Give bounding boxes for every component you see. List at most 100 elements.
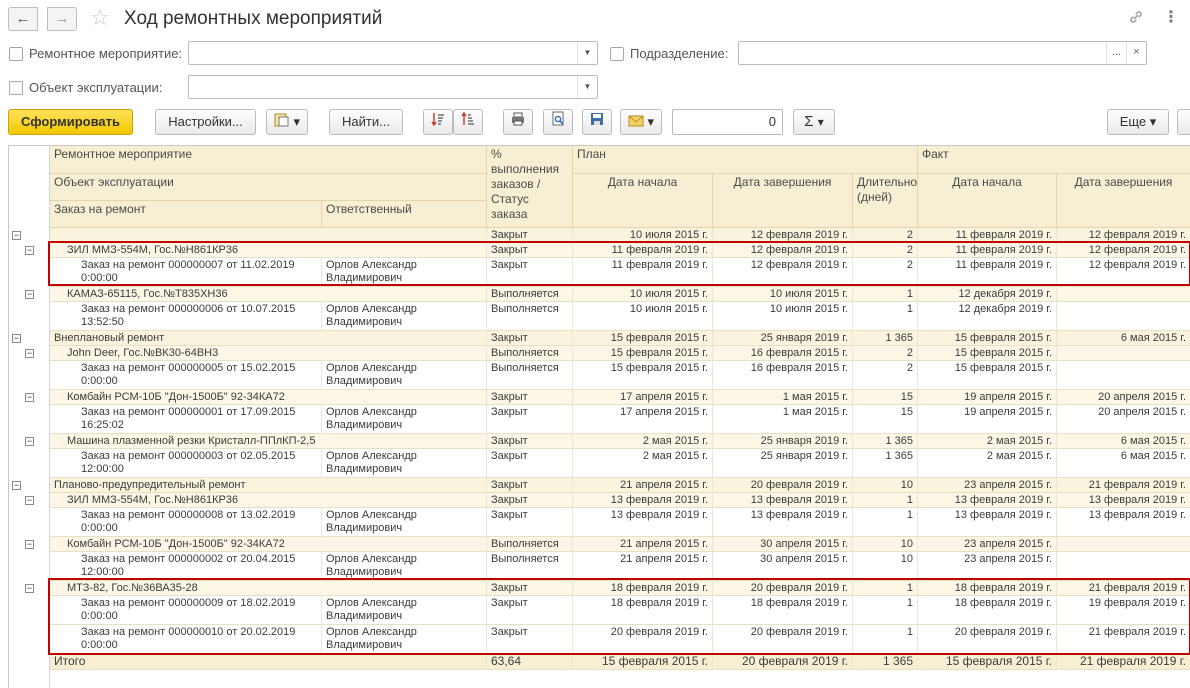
generate-button[interactable]: Сформировать <box>8 109 133 135</box>
save-button[interactable] <box>582 109 612 135</box>
chevron-down-icon: ▾ <box>293 114 301 129</box>
status-cell: Закрыт <box>487 625 573 654</box>
order-row[interactable]: Заказ на ремонт 000000007 от 11.02.2019 … <box>50 258 1190 287</box>
fact-end-cell: 13 февраля 2019 г. <box>1057 493 1190 508</box>
total-plan-start: 15 февраля 2015 г. <box>573 654 713 670</box>
object-row[interactable]: Комбайн РСМ-10Б "Дон-1500Б" 92-34КА72 Вып… <box>50 537 1190 552</box>
repair-group-row[interactable]: Внеплановый ремонт Закрыт 15 февраля 2015 … <box>50 331 1190 346</box>
collapse-toggle-icon[interactable]: − <box>12 231 21 240</box>
collapse-toggle-icon[interactable]: − <box>25 349 34 358</box>
total-plan-end: 20 февраля 2019 г. <box>713 654 853 670</box>
plan-end-cell: 25 января 2019 г. <box>713 434 853 449</box>
repair-group-row[interactable]: Планово-предупредительный ремонт Закрыт 21… <box>50 478 1190 493</box>
order-row[interactable]: Заказ на ремонт 000000002 от 20.04.2015 … <box>50 552 1190 581</box>
order-row[interactable]: Заказ на ремонт 000000005 от 15.02.2015 … <box>50 361 1190 390</box>
object-row[interactable]: КАМАЗ-65115, Гос.№Т835ХН36 Выполняется 10 … <box>50 287 1190 302</box>
object-row[interactable]: ЗИЛ ММЗ-554М, Гос.№Н861КР36 Закрыт 11 февр… <box>50 243 1190 258</box>
plan-start-cell: 15 февраля 2015 г. <box>573 331 713 346</box>
print-icon <box>510 111 526 135</box>
sum-button[interactable]: Σ ▾ <box>793 109 835 135</box>
object-filter-field[interactable]: ▼ <box>188 75 598 99</box>
fact-start-cell: 23 апреля 2015 г. <box>918 478 1057 493</box>
collapse-toggle-icon[interactable]: − <box>25 290 34 299</box>
sum-value-field[interactable]: 0 <box>672 109 783 135</box>
repair-filter-field[interactable]: ▼ <box>188 41 598 65</box>
collapse-toggle-icon[interactable]: − <box>25 437 34 446</box>
duration-cell: 1 <box>853 493 918 508</box>
department-filter-checkbox[interactable] <box>610 47 624 61</box>
name-cell: ЗИЛ ММЗ-554М, Гос.№Н861КР36 <box>50 243 487 258</box>
fact-end-cell <box>1057 552 1190 581</box>
status-cell: Закрыт <box>487 390 573 405</box>
favorite-star-icon[interactable]: ☆ <box>90 5 110 31</box>
fact-end-cell: 12 февраля 2019 г. <box>1057 258 1190 287</box>
status-cell: Закрыт <box>487 434 573 449</box>
duration-cell: 1 365 <box>853 434 918 449</box>
status-cell: Закрыт <box>487 258 573 287</box>
report-variant-icon <box>274 111 290 135</box>
object-filter-checkbox[interactable] <box>9 81 23 95</box>
help-button[interactable] <box>1177 109 1190 135</box>
collapse-toggle-icon[interactable]: − <box>25 246 34 255</box>
header-responsible: Ответственный <box>322 201 487 228</box>
status-cell: Выполняется <box>487 302 573 331</box>
total-row: Итого 63,64 15 февраля 2015 г. 20 феврал… <box>50 654 1190 670</box>
plan-start-cell: 10 июля 2015 г. <box>573 287 713 302</box>
sort-descending-button[interactable] <box>423 109 453 135</box>
plan-end-cell: 30 апреля 2015 г. <box>713 537 853 552</box>
object-row[interactable]: ЗИЛ ММЗ-554М, Гос.№Н861КР36 Закрыт 13 февр… <box>50 493 1190 508</box>
print-button[interactable] <box>503 109 533 135</box>
plan-start-cell: 18 февраля 2019 г. <box>573 581 713 596</box>
order-row[interactable]: Заказ на ремонт 000000003 от 02.05.2015 … <box>50 449 1190 478</box>
clear-icon[interactable]: × <box>1126 42 1146 64</box>
order-row[interactable]: Заказ на ремонт 000000009 от 18.02.2019 … <box>50 596 1190 625</box>
plan-end-cell: 12 февраля 2019 г. <box>713 258 853 287</box>
department-filter-field[interactable]: ... × <box>738 41 1147 65</box>
object-row[interactable]: Машина плазменной резки Кристалл-ППлКП-2… <box>50 434 1190 449</box>
sort-ascending-button[interactable] <box>453 109 483 135</box>
collapse-toggle-icon[interactable]: − <box>25 540 34 549</box>
link-icon[interactable] <box>1128 9 1144 29</box>
order-row[interactable]: Заказ на ремонт 000000010 от 20.02.2019 … <box>50 625 1190 654</box>
name-cell: Машина плазменной резки Кристалл-ППлКП-2… <box>50 434 487 449</box>
object-row[interactable]: Комбайн РСМ-10Б "Дон-1500Б" 92-34КА72 Зак… <box>50 390 1190 405</box>
collapse-toggle-icon[interactable]: − <box>25 496 34 505</box>
responsible-cell: Орлов Александр Владимирович <box>322 302 487 331</box>
back-button[interactable]: ← <box>8 7 38 31</box>
fact-start-cell: 2 мая 2015 г. <box>918 434 1057 449</box>
collapse-toggle-icon[interactable]: − <box>25 393 34 402</box>
total-percent: 63,64 <box>487 654 573 670</box>
name-cell: КАМАЗ-65115, Гос.№Т835ХН36 <box>50 287 487 302</box>
find-button[interactable]: Найти... <box>329 109 403 135</box>
duration-cell: 1 <box>853 302 918 331</box>
object-row[interactable]: МТЗ-82, Гос.№36ВА35-28 Закрыт 18 февраля 2… <box>50 581 1190 596</box>
preview-button[interactable] <box>543 109 573 135</box>
name-cell: Заказ на ремонт 000000008 от 13.02.2019 … <box>50 508 322 537</box>
more-vertical-icon[interactable]: ⋮ <box>1163 7 1179 27</box>
header-plan-start: Дата начала <box>573 174 713 228</box>
chevron-down-icon[interactable]: ▼ <box>577 42 597 64</box>
collapse-toggle-icon[interactable]: − <box>12 334 21 343</box>
order-row[interactable]: Заказ на ремонт 000000006 от 10.07.2015 … <box>50 302 1190 331</box>
chevron-down-icon[interactable]: ▼ <box>577 76 597 98</box>
repair-group-row[interactable]: Закрыт 10 июля 2015 г. 12 февраля 2019 г. 2… <box>50 228 1190 243</box>
send-email-button[interactable]: ▾ <box>620 109 662 135</box>
header-percent: % выполнения заказов / Статус заказа <box>487 146 573 228</box>
duration-cell: 1 <box>853 508 918 537</box>
repair-filter-checkbox[interactable] <box>9 47 23 61</box>
more-button[interactable]: Еще ▾ <box>1107 109 1169 135</box>
object-row[interactable]: John Deer, Гос.№ВК30-64ВН3 Выполняется 15 … <box>50 346 1190 361</box>
status-cell: Закрыт <box>487 243 573 258</box>
settings-button[interactable]: Настройки... <box>155 109 256 135</box>
collapse-toggle-icon[interactable]: − <box>12 481 21 490</box>
select-button[interactable]: ... <box>1106 42 1126 64</box>
forward-button[interactable]: → <box>47 7 77 31</box>
collapse-toggle-icon[interactable]: − <box>25 584 34 593</box>
status-cell: Выполняется <box>487 287 573 302</box>
order-row[interactable]: Заказ на ремонт 000000008 от 13.02.2019 … <box>50 508 1190 537</box>
header-plan: План <box>573 146 918 174</box>
order-row[interactable]: Заказ на ремонт 000000001 от 17.09.2015 … <box>50 405 1190 434</box>
variant-dropdown-button[interactable]: ▾ <box>266 109 308 135</box>
plan-start-cell: 15 февраля 2015 г. <box>573 346 713 361</box>
report-table[interactable]: Ремонтное мероприятие Объект эксплуатаци… <box>8 145 1190 688</box>
